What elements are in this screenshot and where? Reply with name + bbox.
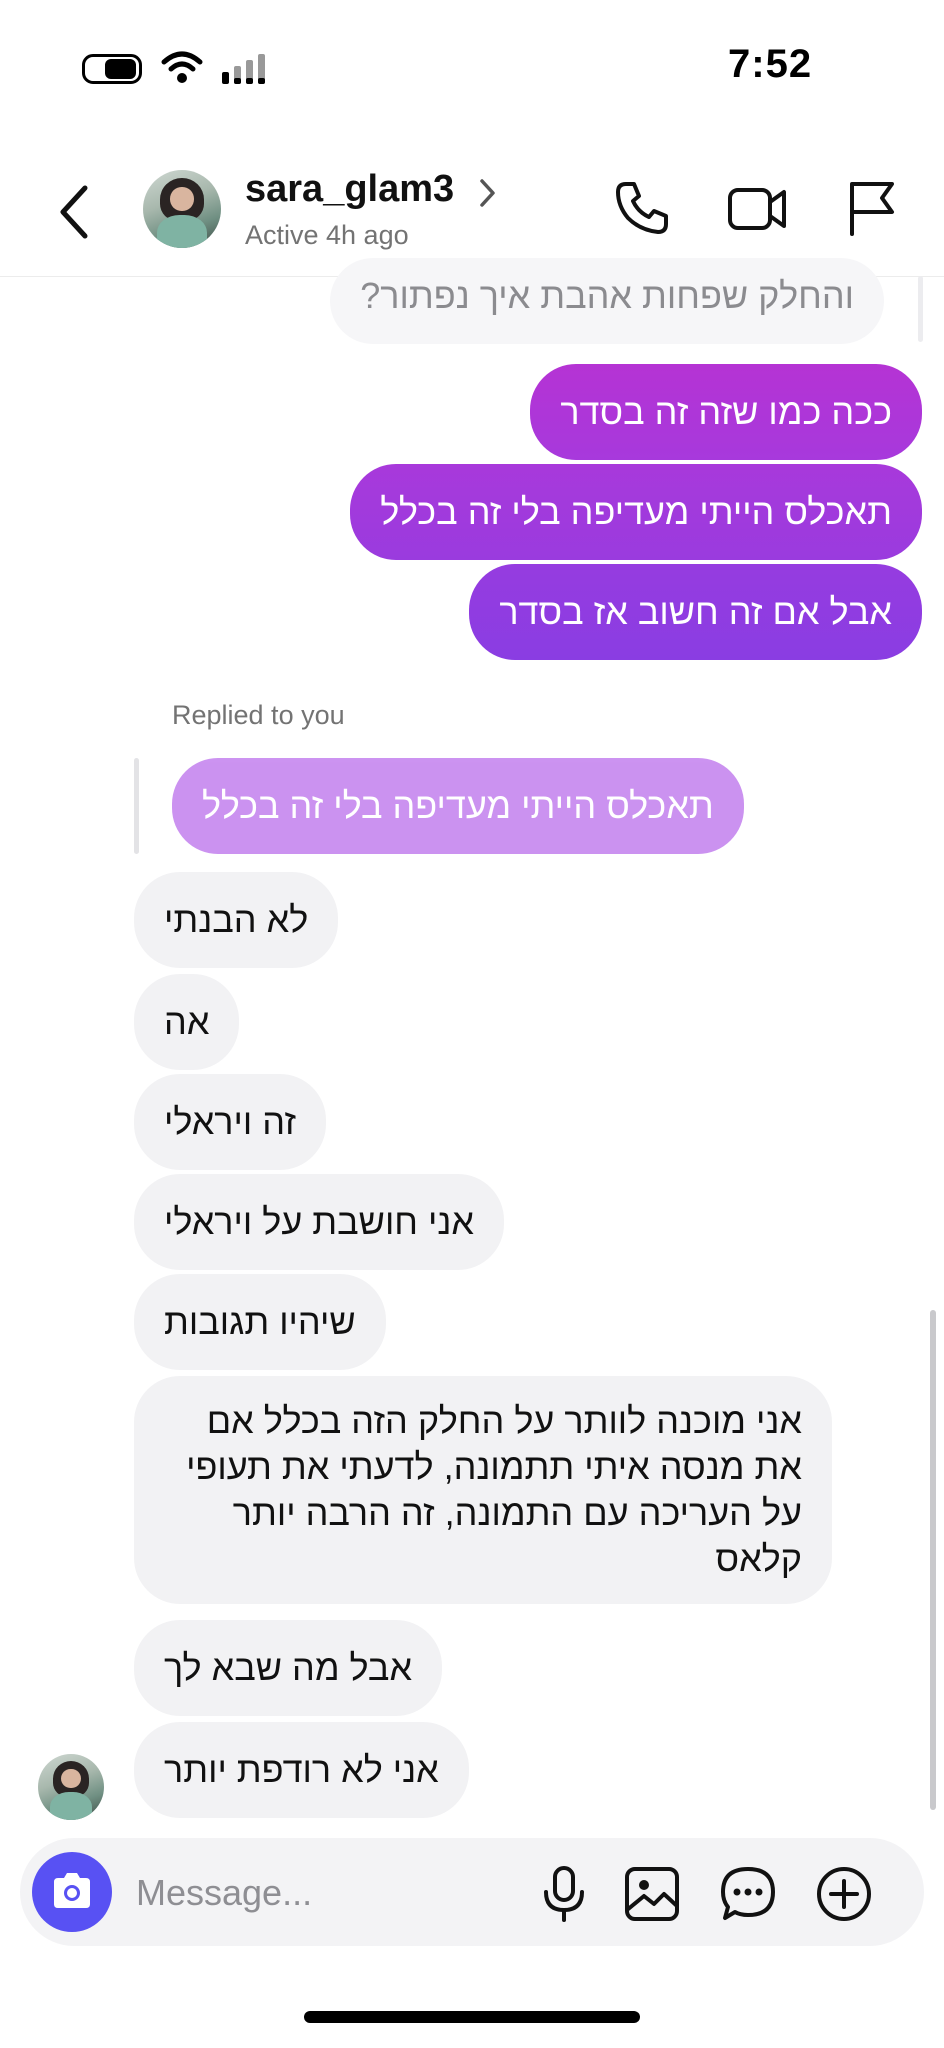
microphone-icon[interactable]	[540, 1866, 588, 1922]
status-time: 7:52	[728, 42, 813, 86]
reply-quoted-message[interactable]: תאכלס הייתי מעדיפה בלי זה בכלל	[172, 758, 744, 854]
flag-icon[interactable]	[846, 178, 898, 238]
message-bubble-incoming[interactable]: לא הבנתי	[134, 872, 339, 968]
gallery-icon[interactable]	[624, 1866, 680, 1922]
message-bubble-incoming[interactable]: שיהיו תגובות	[134, 1274, 386, 1370]
chevron-right-icon[interactable]	[478, 177, 498, 209]
thread-divider	[918, 276, 923, 342]
active-status: Active 4h ago	[245, 220, 409, 250]
avatar[interactable]	[143, 170, 221, 248]
message-bubble-outgoing[interactable]: ככה כמו שזה זה בסדר	[530, 364, 922, 460]
video-camera-icon[interactable]	[726, 178, 788, 238]
message-composer	[20, 1838, 924, 1946]
camera-icon	[54, 1873, 90, 1908]
username[interactable]: sara_glam3	[245, 168, 454, 211]
message-bubble-incoming[interactable]: והחלק שפחות אהבת איך נפתור?	[330, 258, 884, 344]
message-bubble-incoming[interactable]: אני חושבת על ויראלי	[134, 1174, 504, 1270]
message-bubble-incoming[interactable]: זה ויראלי	[134, 1074, 326, 1170]
sticker-chat-icon[interactable]	[720, 1866, 776, 1922]
plus-circle-icon[interactable]	[816, 1866, 872, 1922]
back-arrow-icon[interactable]	[55, 184, 95, 240]
message-bubble-outgoing[interactable]: תאכלס הייתי מעדיפה בלי זה בכלל	[350, 464, 922, 560]
message-input[interactable]	[134, 1860, 518, 1926]
reply-label: Replied to you	[172, 700, 345, 730]
message-bubble-incoming[interactable]: אבל מה שבא לך	[134, 1620, 443, 1716]
sender-avatar[interactable]	[38, 1754, 104, 1820]
message-bubble-outgoing[interactable]: אבל אם זה חשוב אז בסדר	[469, 564, 922, 660]
message-bubble-incoming[interactable]: אני לא רודפת יותר	[134, 1722, 469, 1818]
message-bubble-incoming[interactable]: אה	[134, 974, 240, 1070]
wifi-icon	[161, 51, 203, 83]
signal-icon	[222, 54, 265, 84]
reply-bar	[134, 758, 139, 854]
scrollbar[interactable]	[930, 1310, 936, 1810]
phone-icon[interactable]	[612, 178, 672, 238]
message-bubble-incoming[interactable]: אני מוכנה לוותר על החלק הזה בכלל אם את מ…	[134, 1376, 832, 1604]
home-indicator[interactable]	[304, 2011, 640, 2023]
battery-icon	[82, 54, 142, 84]
camera-button[interactable]	[32, 1852, 112, 1932]
